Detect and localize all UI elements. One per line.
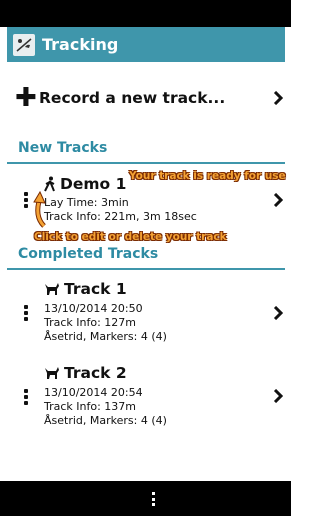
navigation-bar <box>0 481 291 516</box>
track-date: 13/10/2014 20:50 <box>44 302 143 315</box>
app-track-icon[interactable] <box>13 33 35 56</box>
page-title: Tracking <box>42 35 119 54</box>
track-item-1[interactable]: Track 1 13/10/2014 20:50 Track Info: 127… <box>7 280 285 348</box>
annotation-arrow-icon <box>33 190 46 228</box>
track-markers: Åsetrid, Markers: 4 (4) <box>44 330 167 343</box>
action-bar: Tracking <box>7 27 285 62</box>
section-divider <box>7 268 285 270</box>
track-info: Track Info: 127m <box>44 316 137 329</box>
dog-icon <box>45 283 59 295</box>
chevron-right-icon <box>273 91 283 105</box>
overflow-menu-icon[interactable] <box>24 389 28 405</box>
chevron-right-icon <box>273 193 283 207</box>
track-title: Track 2 <box>64 364 127 382</box>
record-new-track-button[interactable]: ✚ Record a new track... <box>7 82 285 114</box>
track-title: Track 1 <box>64 280 127 298</box>
track-info: Track Info: 137m <box>44 400 137 413</box>
chevron-right-icon <box>273 306 283 320</box>
annotation-edit: Click to edit or delete your track <box>34 231 227 243</box>
section-header-completed: Completed Tracks <box>18 246 159 262</box>
track-item-2[interactable]: Track 2 13/10/2014 20:54 Track Info: 137… <box>7 364 285 432</box>
dog-icon <box>45 367 59 379</box>
track-markers: Åsetrid, Markers: 4 (4) <box>44 414 167 427</box>
track-date: 13/10/2014 20:54 <box>44 386 143 399</box>
overflow-menu-icon[interactable] <box>24 305 28 321</box>
plus-icon: ✚ <box>15 83 37 113</box>
track-title: Demo 1 <box>60 175 127 193</box>
track-lay-time: Lay Time: 3min <box>44 196 129 209</box>
status-bar <box>0 0 291 27</box>
annotation-ready: Your track is ready for use <box>129 170 286 182</box>
section-header-new: New Tracks <box>18 140 108 156</box>
section-divider <box>7 162 285 164</box>
chevron-right-icon <box>273 389 283 403</box>
record-label: Record a new track... <box>39 89 226 107</box>
track-info: Track Info: 221m, 3m 18sec <box>44 210 197 223</box>
overflow-menu-icon[interactable] <box>152 492 156 506</box>
